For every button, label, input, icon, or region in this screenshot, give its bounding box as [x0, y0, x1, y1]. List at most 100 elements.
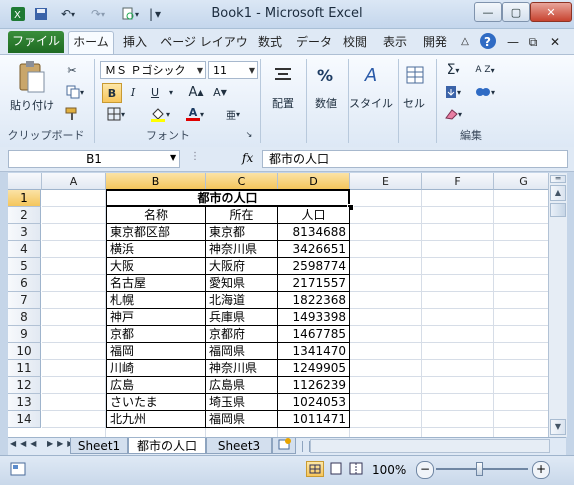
fill-icon[interactable]: ▾: [442, 83, 464, 101]
italic-button[interactable]: I: [124, 83, 142, 101]
sheet-tab[interactable]: Sheet1: [70, 438, 128, 454]
prefecture-cell[interactable]: 神奈川県: [206, 360, 278, 377]
page-break-view-button[interactable]: [348, 461, 366, 477]
population-cell[interactable]: 8134688: [278, 224, 350, 241]
zoom-slider-thumb[interactable]: [476, 462, 483, 476]
tab-formulas[interactable]: 数式: [254, 32, 286, 52]
prefecture-cell[interactable]: 神奈川県: [206, 241, 278, 258]
bold-button[interactable]: B: [102, 83, 122, 103]
workbook-close-icon[interactable]: ✕: [546, 32, 564, 52]
population-cell[interactable]: 1126239: [278, 377, 350, 394]
insert-function-button[interactable]: fx: [242, 151, 253, 165]
page-layout-view-button[interactable]: [328, 461, 346, 477]
city-name-cell[interactable]: 東京都区部: [106, 224, 206, 241]
styles-icon[interactable]: A: [356, 61, 386, 89]
zoom-out-button[interactable]: −: [416, 461, 434, 479]
row-header[interactable]: 11: [8, 360, 41, 377]
column-header[interactable]: F: [422, 173, 494, 190]
population-cell[interactable]: 1493398: [278, 309, 350, 326]
scroll-down-button[interactable]: ▼: [550, 419, 566, 435]
city-name-cell[interactable]: 大阪: [106, 258, 206, 275]
insert-sheet-icon[interactable]: [272, 438, 296, 454]
table-header-cell[interactable]: 名称: [106, 207, 206, 224]
prefecture-cell[interactable]: 東京都: [206, 224, 278, 241]
row-header[interactable]: 12: [8, 377, 41, 394]
formula-input[interactable]: 都市の人口: [262, 150, 568, 168]
population-cell[interactable]: 1249905: [278, 360, 350, 377]
row-header[interactable]: 13: [8, 394, 41, 411]
prefecture-cell[interactable]: 兵庫県: [206, 309, 278, 326]
population-cell[interactable]: 1011471: [278, 411, 350, 428]
row-header[interactable]: 1: [8, 190, 41, 207]
row-header[interactable]: 3: [8, 224, 41, 241]
column-header[interactable]: D: [278, 173, 350, 190]
cells-icon[interactable]: [400, 61, 430, 89]
row-header[interactable]: 4: [8, 241, 41, 258]
prefecture-cell[interactable]: 埼玉県: [206, 394, 278, 411]
cut-icon[interactable]: ✂: [62, 61, 82, 79]
column-header[interactable]: G: [494, 173, 548, 190]
city-name-cell[interactable]: 広島: [106, 377, 206, 394]
prefecture-cell[interactable]: 北海道: [206, 292, 278, 309]
clear-icon[interactable]: ▾: [442, 105, 464, 123]
name-box-dropdown-icon[interactable]: ▼: [170, 153, 176, 162]
prefecture-cell[interactable]: 広島県: [206, 377, 278, 394]
font-size-dropdown[interactable]: 11 ▼: [208, 61, 258, 79]
column-header[interactable]: C: [206, 173, 278, 190]
sort-filter-icon[interactable]: A Z ▾: [470, 61, 500, 79]
city-name-cell[interactable]: 横浜: [106, 241, 206, 258]
population-cell[interactable]: 1467785: [278, 326, 350, 343]
row-header[interactable]: 7: [8, 292, 41, 309]
paste-icon[interactable]: [14, 59, 50, 95]
prefecture-cell[interactable]: 愛知県: [206, 275, 278, 292]
table-title-cell[interactable]: 都市の人口: [106, 189, 350, 207]
population-cell[interactable]: 2598774: [278, 258, 350, 275]
city-name-cell[interactable]: 北九州: [106, 411, 206, 428]
table-header-cell[interactable]: 所在: [206, 207, 278, 224]
tab-file[interactable]: ファイル: [8, 31, 64, 53]
population-cell[interactable]: 1822368: [278, 292, 350, 309]
borders-icon[interactable]: ▾: [102, 105, 130, 123]
row-header[interactable]: 9: [8, 326, 41, 343]
sheet-tab[interactable]: Sheet3: [206, 438, 272, 454]
sheet-nav-arrows-icon[interactable]: ◀◀◀ ▶▶▶: [10, 439, 77, 448]
horizontal-scrollbar[interactable]: [310, 439, 550, 453]
city-name-cell[interactable]: 京都: [106, 326, 206, 343]
sheet-tab-active[interactable]: 都市の人口: [128, 438, 206, 454]
row-header[interactable]: 14: [8, 411, 41, 428]
workbook-restore-icon[interactable]: ⧉: [524, 32, 542, 52]
scroll-thumb[interactable]: [550, 203, 566, 217]
city-name-cell[interactable]: 川崎: [106, 360, 206, 377]
alignment-icon[interactable]: [268, 61, 298, 89]
select-all-corner[interactable]: [8, 173, 42, 190]
population-cell[interactable]: 1024053: [278, 394, 350, 411]
tab-insert[interactable]: 挿入: [118, 32, 152, 52]
percent-icon[interactable]: %: [310, 61, 340, 89]
vertical-scrollbar[interactable]: ═ ▲ ▼: [548, 173, 567, 437]
population-cell[interactable]: 3426651: [278, 241, 350, 258]
normal-view-button[interactable]: [306, 461, 324, 477]
population-cell[interactable]: 1341470: [278, 343, 350, 360]
row-header[interactable]: 5: [8, 258, 41, 275]
zoom-in-button[interactable]: +: [532, 461, 550, 479]
column-header[interactable]: B: [106, 173, 206, 190]
macro-record-icon[interactable]: [10, 462, 26, 479]
row-header[interactable]: 8: [8, 309, 41, 326]
tab-developer[interactable]: 開発: [420, 32, 450, 52]
column-header[interactable]: A: [42, 173, 106, 190]
city-name-cell[interactable]: 名古屋: [106, 275, 206, 292]
city-name-cell[interactable]: さいたま: [106, 394, 206, 411]
underline-button[interactable]: U: [146, 83, 164, 101]
font-name-dropdown[interactable]: ＭＳ Ｐゴシック ▼: [100, 61, 206, 79]
underline-options-icon[interactable]: ▾: [166, 83, 176, 101]
zoom-level[interactable]: 100%: [372, 463, 406, 477]
styles-button[interactable]: スタイル: [346, 95, 396, 111]
name-box[interactable]: B1: [8, 150, 180, 168]
shrink-font-button[interactable]: A ▼: [210, 83, 230, 101]
tab-data[interactable]: データ: [294, 32, 334, 52]
tab-review[interactable]: 校閲: [340, 32, 370, 52]
close-button[interactable]: ✕: [530, 2, 572, 22]
fill-color-icon[interactable]: ▾: [146, 105, 174, 123]
prefecture-cell[interactable]: 福岡県: [206, 411, 278, 428]
autosum-icon[interactable]: Σ ▾: [442, 61, 464, 79]
